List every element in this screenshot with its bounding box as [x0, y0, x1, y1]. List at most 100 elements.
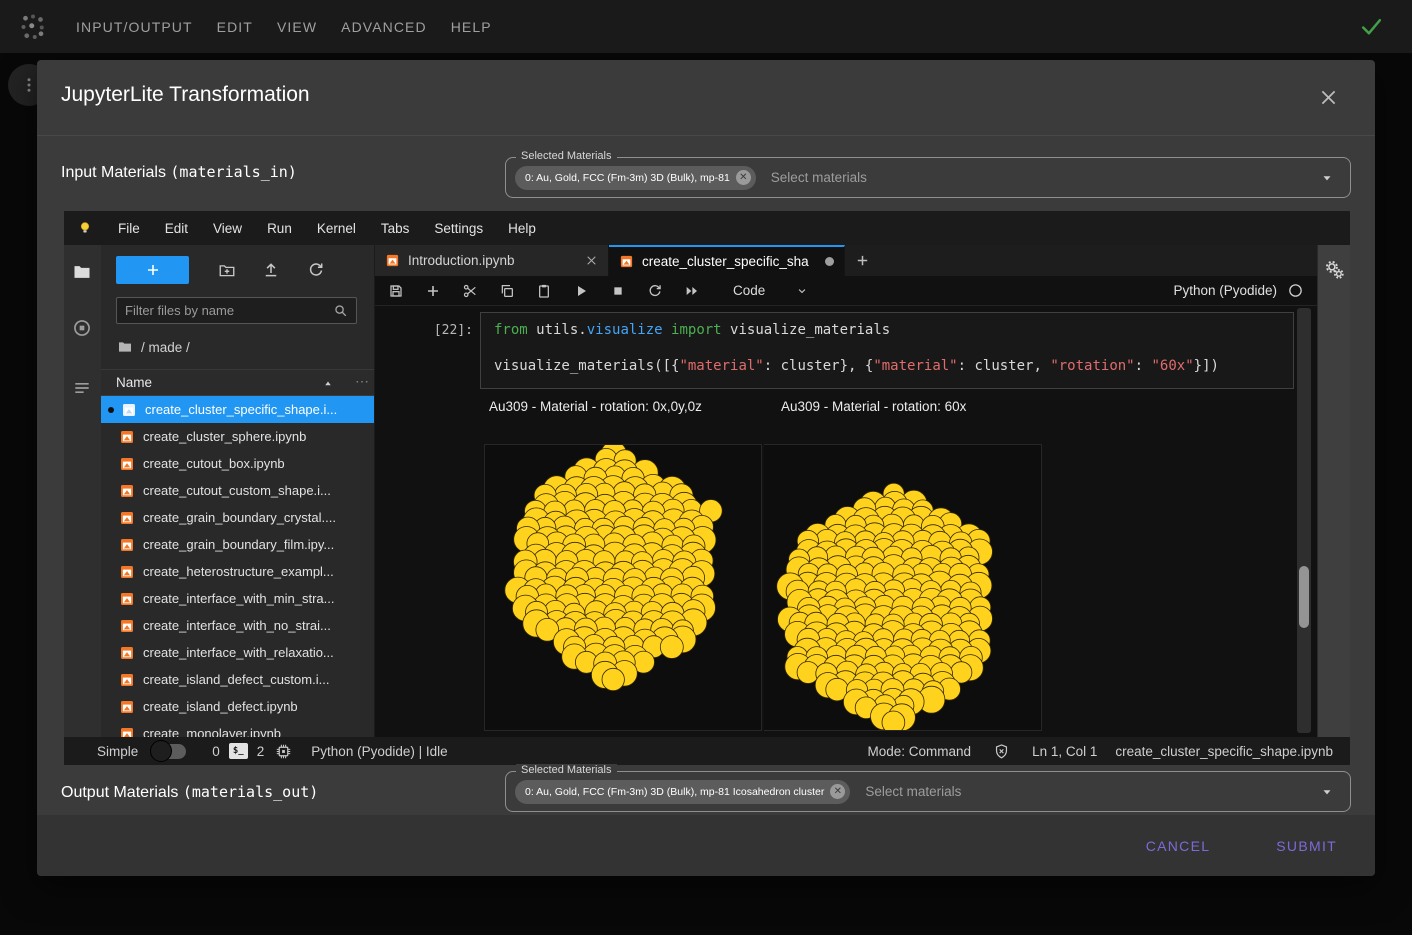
cluster-plot-1[interactable] [484, 444, 762, 731]
tab-introduction[interactable]: Introduction.ipynb [375, 245, 609, 276]
notebook-file-icon [121, 402, 137, 418]
add-cell-icon[interactable] [425, 283, 441, 299]
file-list-item[interactable]: create_grain_boundary_film.ipy... [101, 531, 374, 558]
file-list-item[interactable]: create_cutout_custom_shape.i... [101, 477, 374, 504]
cell-type-dropdown[interactable]: Code [733, 283, 809, 298]
output-materials-label: Output Materials (materials_out) [61, 783, 318, 802]
save-icon[interactable] [388, 283, 404, 299]
file-list-item[interactable]: create_interface_with_min_stra... [101, 585, 374, 612]
file-list-item[interactable]: create_cutout_box.ipynb [101, 450, 374, 477]
notebook-scrollbar[interactable] [1297, 308, 1311, 733]
file-list-item[interactable]: create_monolayer.ipynb [101, 720, 374, 737]
chip-remove-icon[interactable]: ✕ [830, 784, 845, 799]
cancel-button[interactable]: CANCEL [1136, 830, 1221, 862]
dropdown-caret-icon[interactable] [1320, 785, 1334, 799]
tab-close-icon[interactable] [585, 254, 598, 267]
menu-view[interactable]: VIEW [277, 19, 317, 35]
menu-input-output[interactable]: INPUT/OUTPUT [76, 19, 193, 35]
jmenu-kernel[interactable]: Kernel [317, 221, 356, 236]
chip-remove-icon[interactable]: ✕ [736, 170, 751, 185]
code-cell-editor[interactable]: from utils.visualize import visualize_ma… [480, 312, 1294, 389]
file-list-item[interactable]: create_interface_with_no_strai... [101, 612, 374, 639]
trust-shield-icon[interactable] [993, 743, 1010, 760]
restart-kernel-icon[interactable] [647, 283, 663, 299]
refresh-files-icon[interactable] [307, 261, 325, 279]
jmenu-tabs[interactable]: Tabs [381, 221, 410, 236]
dialog-footer: CANCEL SUBMIT [37, 815, 1375, 876]
interrupt-kernel-icon[interactable] [610, 283, 626, 299]
kernel-status-text[interactable]: Python (Pyodide) | Idle [311, 744, 447, 759]
input-materials-variable: (materials_in) [170, 163, 296, 181]
copy-cell-icon[interactable] [499, 283, 515, 299]
notebook-file-icon [119, 429, 135, 445]
menu-edit[interactable]: EDIT [217, 19, 253, 35]
kernel-status-icon[interactable] [1287, 282, 1304, 299]
file-filter[interactable] [116, 297, 357, 324]
new-launcher-button[interactable] [116, 256, 189, 284]
command-mode-indicator[interactable]: Mode: Command [868, 744, 972, 759]
file-list-item[interactable]: create_heterostructure_exampl... [101, 558, 374, 585]
cut-cell-icon[interactable] [462, 283, 478, 299]
jupyterlite-logo-icon[interactable] [77, 220, 93, 236]
jmenu-run[interactable]: Run [267, 221, 292, 236]
kernel-count[interactable]: 2 [257, 744, 265, 759]
sort-ascending-icon[interactable] [322, 378, 334, 390]
file-filter-input[interactable] [125, 303, 333, 318]
running-kernels-icon[interactable] [72, 318, 92, 338]
menu-help[interactable]: HELP [451, 19, 492, 35]
app-logo-icon[interactable] [18, 12, 48, 42]
file-list-item[interactable]: create_island_defect.ipynb [101, 693, 374, 720]
header-more-icon[interactable]: ⋯ [355, 373, 370, 390]
notebook-file-icon [119, 672, 135, 688]
file-list-header[interactable]: Name ⋯ [101, 369, 374, 396]
saved-check-icon [1359, 14, 1384, 39]
settings-gears-icon[interactable] [1324, 259, 1345, 280]
upload-icon[interactable] [262, 261, 280, 279]
file-list: create_cluster_specific_shape.i... creat… [101, 396, 374, 737]
file-list-item[interactable]: create_cluster_sphere.ipynb [101, 423, 374, 450]
output-materials-variable: (materials_out) [183, 783, 318, 801]
notebook-file-icon [119, 645, 135, 661]
tab-create-cluster-specific-shape[interactable]: create_cluster_specific_sha [609, 245, 845, 276]
file-list-item[interactable]: create_grain_boundary_crystal.... [101, 504, 374, 531]
jmenu-edit[interactable]: Edit [165, 221, 188, 236]
file-browser-icon[interactable] [72, 262, 92, 282]
input-select-legend: Selected Materials [516, 150, 617, 162]
jmenu-settings[interactable]: Settings [434, 221, 483, 236]
output-materials-select[interactable]: Selected Materials 0: Au, Gold, FCC (Fm-… [505, 771, 1351, 812]
right-sidebar [1317, 245, 1350, 737]
new-folder-icon[interactable] [218, 261, 236, 279]
run-cell-icon[interactable] [573, 283, 589, 299]
simple-mode-toggle[interactable] [151, 744, 186, 759]
breadcrumb[interactable]: / made / [117, 339, 190, 355]
paste-cell-icon[interactable] [536, 283, 552, 299]
notebook-file-icon [119, 591, 135, 607]
new-tab-button[interactable] [845, 245, 879, 276]
output-material-chip[interactable]: 0: Au, Gold, FCC (Fm-3m) 3D (Bulk), mp-8… [515, 780, 850, 804]
jmenu-file[interactable]: File [118, 221, 140, 236]
dialog-close-icon[interactable] [1318, 87, 1339, 108]
cursor-position[interactable]: Ln 1, Col 1 [1032, 744, 1097, 759]
file-list-item[interactable]: create_cluster_specific_shape.i... [101, 396, 374, 423]
input-materials-select[interactable]: Selected Materials 0: Au, Gold, FCC (Fm-… [505, 157, 1351, 198]
jupyter-activity-bar [64, 245, 101, 737]
unsaved-changes-dot[interactable] [825, 257, 834, 266]
notebook-file-icon [119, 618, 135, 634]
terminal-count[interactable]: 0 [212, 744, 220, 759]
table-of-contents-icon[interactable] [72, 378, 92, 398]
menu-advanced[interactable]: ADVANCED [341, 19, 427, 35]
dropdown-caret-icon[interactable] [1320, 171, 1334, 185]
notebook-file-icon [119, 483, 135, 499]
scrollbar-thumb[interactable] [1299, 566, 1309, 628]
restart-run-all-icon[interactable] [684, 283, 700, 299]
app-menubar: INPUT/OUTPUT EDIT VIEW ADVANCED HELP [0, 0, 1412, 53]
input-material-chip[interactable]: 0: Au, Gold, FCC (Fm-3m) 3D (Bulk), mp-8… [515, 166, 756, 190]
submit-button[interactable]: SUBMIT [1266, 830, 1347, 862]
file-list-item[interactable]: create_interface_with_relaxatio... [101, 639, 374, 666]
name-column-header[interactable]: Name [116, 375, 152, 390]
cluster-plot-2[interactable] [764, 444, 1042, 731]
jmenu-help[interactable]: Help [508, 221, 536, 236]
jmenu-view[interactable]: View [213, 221, 242, 236]
file-list-item[interactable]: create_island_defect_custom.i... [101, 666, 374, 693]
kernel-name[interactable]: Python (Pyodide) [1173, 283, 1277, 298]
